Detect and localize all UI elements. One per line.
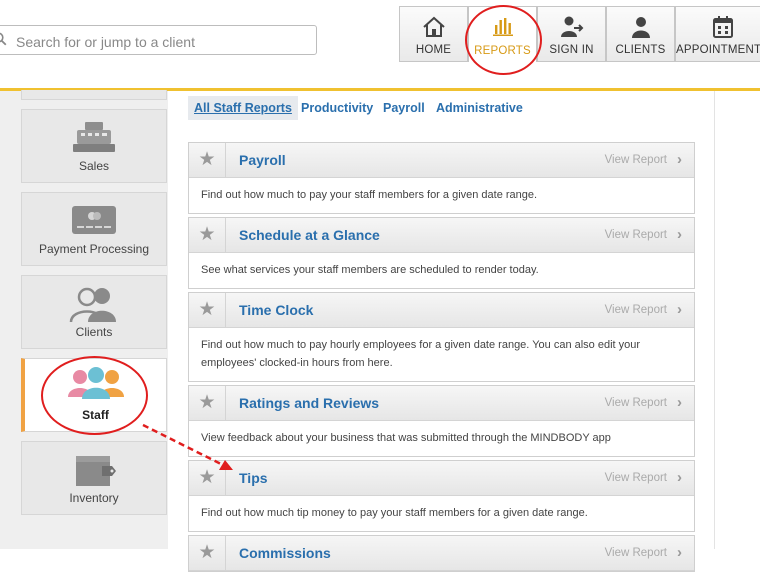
favorite-star-icon[interactable]: ★ <box>189 293 226 327</box>
calendar-icon <box>712 16 733 38</box>
box-tag-icon <box>76 456 116 486</box>
subtab-payroll[interactable]: Payroll <box>383 96 425 120</box>
bar-chart-icon <box>492 18 513 36</box>
report-card-header[interactable]: ★ Time Clock View Report › <box>189 293 694 328</box>
report-card-header[interactable]: ★ Schedule at a Glance View Report › <box>189 218 694 253</box>
report-card-commissions: ★ Commissions View Report › <box>188 535 695 572</box>
client-search-field[interactable]: Search for or jump to a client <box>0 25 317 55</box>
staff-group-icon <box>67 367 124 399</box>
favorite-star-icon[interactable]: ★ <box>189 461 226 495</box>
nav-appointments[interactable]: APPOINTMENTS <box>675 6 760 62</box>
subtab-administrative[interactable]: Administrative <box>436 96 523 120</box>
category-clients-label: Clients <box>75 325 113 339</box>
view-report-link[interactable]: View Report <box>605 536 667 570</box>
category-payment-label: Payment Processing <box>38 242 150 256</box>
nav-appointments-label: APPOINTMENTS <box>676 44 760 56</box>
search-icon <box>0 32 7 46</box>
report-card-header[interactable]: ★ Commissions View Report › <box>189 536 694 571</box>
top-bar: Search for or jump to a client HOME REPO… <box>0 0 760 88</box>
nav-home-label: HOME <box>415 44 452 56</box>
chevron-right-icon[interactable]: › <box>677 293 682 327</box>
report-card-header[interactable]: ★ Tips View Report › <box>189 461 694 496</box>
report-card-schedule-at-a-glance: ★ Schedule at a Glance View Report › See… <box>188 217 695 289</box>
chevron-right-icon[interactable]: › <box>677 143 682 177</box>
report-card-header[interactable]: ★ Payroll View Report › <box>189 143 694 178</box>
nav-sign-in[interactable]: SIGN IN <box>537 6 606 62</box>
view-report-link[interactable]: View Report <box>605 218 667 252</box>
report-category-sidebar: Sales Payment Processing Clients Staff I… <box>0 90 168 549</box>
category-staff[interactable]: Staff <box>21 358 167 432</box>
nav-home[interactable]: HOME <box>399 6 468 62</box>
report-title[interactable]: Ratings and Reviews <box>239 386 379 420</box>
subtab-all-staff-reports[interactable]: All Staff Reports <box>188 96 298 120</box>
report-title[interactable]: Time Clock <box>239 293 313 327</box>
category-staff-label: Staff <box>82 408 109 422</box>
nav-clients-label: CLIENTS <box>615 44 666 56</box>
cash-register-icon <box>73 122 115 152</box>
report-description: Find out how much to pay hourly employee… <box>201 339 641 369</box>
report-title[interactable]: Schedule at a Glance <box>239 218 380 252</box>
report-title[interactable]: Payroll <box>239 143 286 177</box>
chevron-right-icon[interactable]: › <box>677 461 682 495</box>
report-description: Find out how much tip money to pay your … <box>201 507 588 519</box>
report-description: See what services your staff members are… <box>201 264 539 276</box>
nav-reports[interactable]: REPORTS <box>468 6 537 62</box>
subtab-productivity[interactable]: Productivity <box>301 96 373 120</box>
person-icon <box>631 17 650 38</box>
favorite-star-icon[interactable]: ★ <box>189 218 226 252</box>
report-description: View feedback about your business that w… <box>201 432 611 444</box>
report-card-header[interactable]: ★ Ratings and Reviews View Report › <box>189 386 694 421</box>
category-inventory[interactable]: Inventory <box>21 441 167 515</box>
category-sales[interactable]: Sales <box>21 109 167 183</box>
report-card-payroll: ★ Payroll View Report › Find out how muc… <box>188 142 695 214</box>
view-report-link[interactable]: View Report <box>605 293 667 327</box>
favorite-star-icon[interactable]: ★ <box>189 536 226 570</box>
category-sales-label: Sales <box>78 159 110 173</box>
report-card-tips: ★ Tips View Report › Find out how much t… <box>188 460 695 532</box>
nav-sign-in-label: SIGN IN <box>549 44 594 56</box>
chevron-right-icon[interactable]: › <box>677 536 682 570</box>
nav-clients[interactable]: CLIENTS <box>606 6 675 62</box>
favorite-star-icon[interactable]: ★ <box>189 143 226 177</box>
category-clients[interactable]: Clients <box>21 275 167 349</box>
search-placeholder: Search for or jump to a client <box>16 34 195 50</box>
report-title[interactable]: Commissions <box>239 536 331 570</box>
chevron-right-icon[interactable]: › <box>677 386 682 420</box>
view-report-link[interactable]: View Report <box>605 143 667 177</box>
favorite-star-icon[interactable]: ★ <box>189 386 226 420</box>
report-title[interactable]: Tips <box>239 461 268 495</box>
view-report-link[interactable]: View Report <box>605 461 667 495</box>
nav-reports-label: REPORTS <box>474 45 531 57</box>
category-payment-processing[interactable]: Payment Processing <box>21 192 167 266</box>
home-icon <box>422 16 445 37</box>
report-card-ratings-and-reviews: ★ Ratings and Reviews View Report › View… <box>188 385 695 457</box>
report-card-time-clock: ★ Time Clock View Report › Find out how … <box>188 292 695 382</box>
chevron-right-icon[interactable]: › <box>677 218 682 252</box>
sign-in-icon <box>560 16 583 37</box>
category-inventory-label: Inventory <box>69 491 119 505</box>
view-report-link[interactable]: View Report <box>605 386 667 420</box>
category-tile-partial <box>21 90 167 100</box>
people-icon <box>69 287 116 322</box>
report-description: Find out how much to pay your staff memb… <box>201 189 538 201</box>
credit-card-icon <box>72 206 116 234</box>
